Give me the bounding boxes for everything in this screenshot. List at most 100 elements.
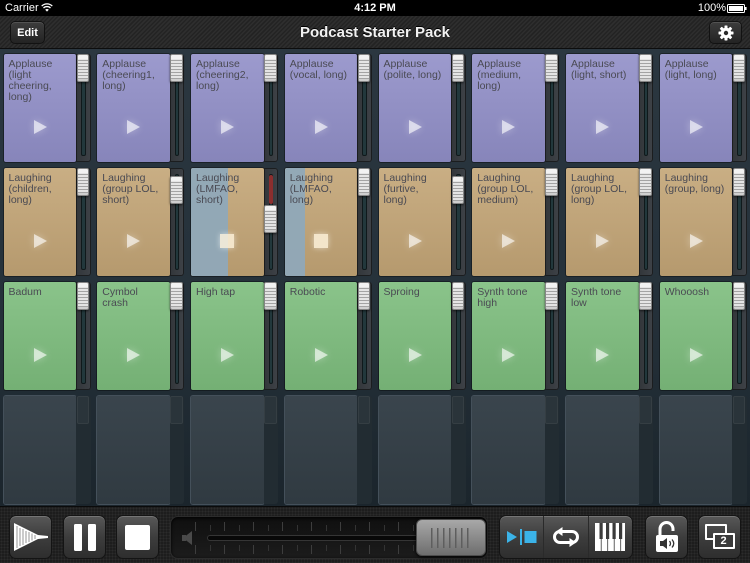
empty-pad-button[interactable]: [3, 396, 76, 504]
master-volume-slider[interactable]: [170, 516, 488, 559]
pad-label: Laughing (group LOL, long): [571, 172, 628, 206]
slider-knob[interactable]: [732, 54, 746, 82]
pad-button[interactable]: Laughing (group LOL, medium): [472, 168, 545, 276]
pad-volume-slider[interactable]: [451, 168, 466, 276]
slider-knob[interactable]: [451, 176, 464, 204]
lock-button[interactable]: [645, 515, 688, 559]
play-icon: [127, 120, 141, 134]
pad-button[interactable]: Laughing (group LOL, short): [97, 168, 170, 276]
slider-knob[interactable]: [639, 168, 652, 196]
mode-loop-button[interactable]: [543, 516, 587, 558]
pad-volume-slider[interactable]: [263, 168, 278, 276]
empty-pad-button[interactable]: [284, 396, 358, 504]
pad-label: Applause (light, long): [664, 58, 717, 81]
pad-button[interactable]: Robotic: [284, 282, 358, 390]
slider-knob[interactable]: [357, 282, 371, 310]
slider-knob[interactable]: [451, 282, 464, 310]
slider-knob[interactable]: [76, 168, 89, 196]
slider-knob[interactable]: [264, 54, 277, 82]
slider-knob[interactable]: [639, 282, 652, 310]
mode-keyboard-button[interactable]: [587, 516, 632, 558]
pad-button[interactable]: Applause (light, long): [659, 54, 733, 162]
pad-volume-slider[interactable]: [451, 282, 466, 390]
pad-volume-slider[interactable]: [263, 282, 278, 390]
pad-volume-slider[interactable]: [357, 54, 372, 162]
pad-button[interactable]: Laughing (children, long): [3, 168, 76, 276]
master-volume-knob[interactable]: [416, 519, 486, 556]
slider-knob[interactable]: [357, 168, 371, 196]
pad-button[interactable]: Laughing (furtive, long): [378, 168, 451, 276]
slider-knob[interactable]: [264, 282, 277, 310]
slider-knob[interactable]: [76, 282, 89, 310]
pad-volume-slider[interactable]: [638, 168, 653, 276]
fade-out-button[interactable]: [9, 515, 52, 559]
slider-knob[interactable]: [76, 54, 89, 82]
pad-volume-slider[interactable]: [263, 54, 278, 162]
pad-button[interactable]: Whooosh: [659, 282, 733, 390]
pad-volume-slider[interactable]: [638, 54, 653, 162]
pad-shading: [3, 282, 76, 390]
slider-knob[interactable]: [170, 282, 183, 310]
empty-pad-button[interactable]: [472, 396, 545, 504]
pad-volume-slider[interactable]: [76, 168, 91, 276]
pad-volume-slider[interactable]: [732, 54, 747, 162]
stop-all-button[interactable]: [116, 515, 159, 559]
pad-button[interactable]: Laughing (LMFAO, long): [284, 168, 358, 276]
slider-knob[interactable]: [732, 168, 746, 196]
pad-button[interactable]: Applause (polite, long): [378, 54, 451, 162]
empty-pad-button[interactable]: [659, 396, 733, 504]
pad-button[interactable]: Laughing (group LOL, long): [566, 168, 639, 276]
pad-volume-slider[interactable]: [544, 54, 560, 162]
play-stop-mode-icon: [506, 529, 537, 545]
slider-knob[interactable]: [451, 54, 464, 82]
pad-volume-slider[interactable]: [357, 282, 372, 390]
play-icon: [689, 234, 703, 248]
pause-all-button[interactable]: [63, 515, 106, 559]
pad-volume-slider[interactable]: [76, 282, 91, 390]
empty-pad-button[interactable]: [378, 396, 451, 504]
slider-knob[interactable]: [170, 54, 183, 82]
master-volume-track[interactable]: [207, 535, 429, 541]
pad-volume-slider[interactable]: [732, 168, 747, 276]
pad-volume-slider[interactable]: [732, 282, 747, 390]
slider-knob[interactable]: [170, 176, 183, 204]
pad-button[interactable]: Applause (cheering1, long): [97, 54, 170, 162]
mode-play-stop-button[interactable]: [500, 516, 543, 558]
pad-button[interactable]: Sproing: [378, 282, 451, 390]
page-switch-button[interactable]: 2: [698, 515, 741, 559]
pad-button[interactable]: Applause (vocal, long): [284, 54, 358, 162]
empty-pad-button[interactable]: [97, 396, 170, 504]
slider-knob[interactable]: [545, 282, 558, 310]
slider-knob[interactable]: [545, 54, 558, 82]
pad-volume-slider[interactable]: [544, 282, 560, 390]
pad-volume-slider[interactable]: [169, 168, 185, 276]
pad-button[interactable]: Cymbol crash: [97, 282, 170, 390]
pad-button[interactable]: Synth tone low: [566, 282, 639, 390]
pad-volume-slider[interactable]: [357, 168, 372, 276]
pad-button[interactable]: Applause (light, short): [566, 54, 639, 162]
pad-volume-slider[interactable]: [76, 54, 91, 162]
pad-volume-slider[interactable]: [451, 54, 466, 162]
pad-button[interactable]: Applause (medium, long): [472, 54, 545, 162]
slider-knob[interactable]: [357, 54, 371, 82]
slider-knob[interactable]: [545, 168, 558, 196]
slider-knob[interactable]: [264, 204, 277, 233]
empty-pad-button[interactable]: [191, 396, 264, 504]
slider-knob[interactable]: [732, 282, 746, 310]
slider-knob[interactable]: [639, 54, 652, 82]
pad-volume-slider[interactable]: [544, 168, 560, 276]
pad-button[interactable]: High tap: [191, 282, 264, 390]
pad-button[interactable]: Badum: [3, 282, 76, 390]
empty-pad-button[interactable]: [566, 396, 639, 504]
pad-volume-slider[interactable]: [169, 54, 185, 162]
pad-button[interactable]: Synth tone high: [472, 282, 545, 390]
pad-volume-slider[interactable]: [638, 282, 653, 390]
edit-button[interactable]: Edit: [10, 21, 45, 44]
pad-button[interactable]: Laughing (LMFAO, short): [191, 168, 264, 276]
sound-pad: Laughing (LMFAO, long): [284, 168, 372, 276]
pad-button[interactable]: Laughing (group, long): [659, 168, 733, 276]
settings-button[interactable]: [709, 21, 742, 44]
pad-button[interactable]: Applause (cheering2, long): [191, 54, 264, 162]
pad-button[interactable]: Applause (light cheering, long): [3, 54, 76, 162]
pad-volume-slider[interactable]: [169, 282, 185, 390]
